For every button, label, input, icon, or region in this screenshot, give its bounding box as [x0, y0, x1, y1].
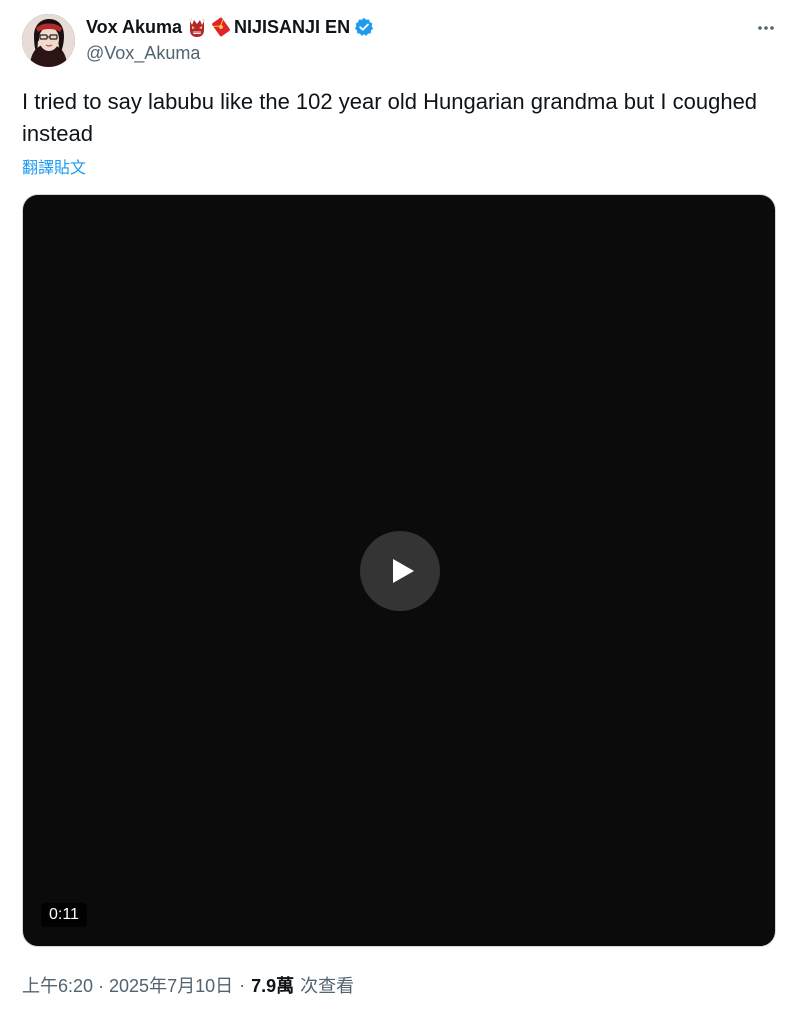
more-options-button[interactable]	[750, 16, 782, 40]
timestamp-link[interactable]: 上午6:20 · 2025年7月10日	[22, 972, 233, 998]
meta-separator: ·	[239, 974, 246, 995]
views-label: 次查看	[300, 976, 355, 996]
name-row: Vox Akuma NIJISANJI EN	[86, 15, 374, 39]
verified-badge-icon[interactable]	[354, 17, 374, 37]
views-count: 7.9萬	[251, 976, 295, 996]
video-duration: 0:11	[41, 903, 87, 927]
translate-post-link[interactable]: 翻譯貼文	[22, 154, 86, 178]
handle[interactable]: @Vox_Akuma	[86, 43, 200, 64]
video-player[interactable]: 0:11	[22, 194, 776, 947]
red-envelope-icon	[210, 16, 232, 38]
tweet-header: Vox Akuma NIJISANJI EN @Vox_Akuma	[22, 14, 782, 70]
more-options-icon	[758, 26, 774, 30]
display-name[interactable]: Vox Akuma	[86, 17, 182, 38]
demon-mask-icon	[186, 16, 208, 38]
affiliation-label: NIJISANJI EN	[234, 16, 351, 37]
play-icon	[393, 559, 414, 583]
avatar-image	[22, 14, 75, 67]
avatar[interactable]	[22, 14, 75, 67]
tweet-text: I tried to say labubu like the 102 year …	[22, 89, 758, 146]
play-button[interactable]	[360, 531, 440, 611]
tweet-meta: 上午6:20 · 2025年7月10日 · 7.9萬 次查看	[22, 972, 354, 998]
